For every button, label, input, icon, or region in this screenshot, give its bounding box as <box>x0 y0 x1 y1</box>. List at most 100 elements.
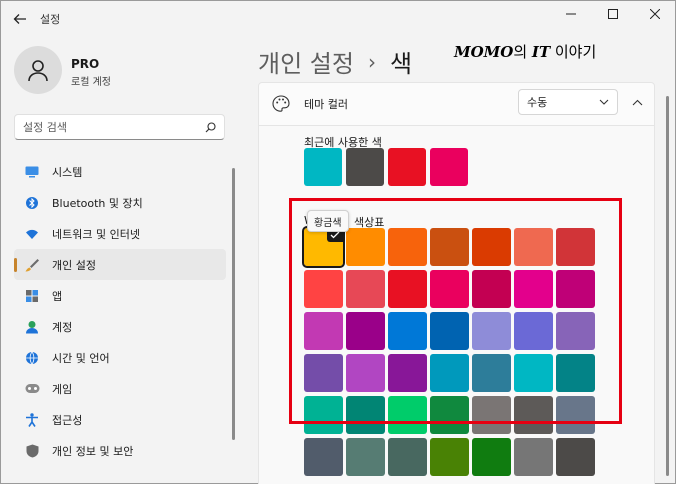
color-swatch[interactable] <box>430 438 469 476</box>
sidebar-item-personalization[interactable]: 개인 설정 <box>14 249 226 280</box>
arrow-left-icon <box>13 14 26 24</box>
sidebar-item-time-language[interactable]: 시간 및 언어 <box>14 342 226 373</box>
sidebar-item-network[interactable]: 네트워크 및 인터넷 <box>14 218 226 249</box>
color-swatch[interactable] <box>556 270 595 308</box>
breadcrumb: 개인 설정 › 색 <box>258 44 412 79</box>
color-swatch[interactable] <box>304 438 343 476</box>
color-swatch[interactable] <box>388 228 427 266</box>
color-swatch[interactable] <box>514 270 553 308</box>
color-swatch[interactable] <box>472 354 511 392</box>
color-swatch[interactable] <box>472 396 511 434</box>
person-icon <box>28 60 48 82</box>
sidebar-item-label: 네트워크 및 인터넷 <box>52 227 140 241</box>
color-swatch[interactable] <box>430 312 469 350</box>
search-box[interactable] <box>14 114 225 140</box>
color-tooltip: 황금색 <box>307 210 349 232</box>
accessibility-icon <box>24 412 40 428</box>
sidebar-item-accessibility[interactable]: 접근성 <box>14 404 226 435</box>
maximize-button[interactable] <box>592 0 634 28</box>
sidebar-scrollbar[interactable] <box>232 168 235 440</box>
color-swatch[interactable] <box>430 354 469 392</box>
color-swatch[interactable] <box>556 228 595 266</box>
globe-icon <box>24 350 40 366</box>
sidebar-item-system[interactable]: 시스템 <box>14 156 226 187</box>
recent-color-swatch[interactable] <box>346 148 384 186</box>
color-swatch[interactable] <box>556 354 595 392</box>
recent-color-swatch[interactable] <box>304 148 342 186</box>
color-swatch[interactable] <box>304 270 343 308</box>
minimize-icon <box>566 13 576 15</box>
theme-color-card: 테마 컬러 수동 <box>258 82 655 126</box>
color-swatch[interactable] <box>388 396 427 434</box>
color-swatch[interactable] <box>472 438 511 476</box>
person-icon <box>24 319 40 335</box>
color-swatch[interactable] <box>346 312 385 350</box>
color-swatch[interactable] <box>346 438 385 476</box>
palette-icon <box>272 95 290 112</box>
color-swatch[interactable] <box>304 312 343 350</box>
watermark-suffix: 이야기 <box>550 43 597 61</box>
color-swatch[interactable] <box>388 312 427 350</box>
recent-color-swatch[interactable] <box>388 148 426 186</box>
color-swatch[interactable] <box>556 438 595 476</box>
color-swatch[interactable] <box>514 312 553 350</box>
window-controls <box>550 0 676 28</box>
color-swatch[interactable] <box>430 228 469 266</box>
dropdown-value: 수동 <box>527 96 548 109</box>
sidebar-item-label: 계정 <box>52 320 73 334</box>
search-icon[interactable] <box>205 121 216 133</box>
search-input[interactable] <box>23 120 205 134</box>
collapse-button[interactable] <box>625 91 649 113</box>
color-swatch[interactable] <box>472 312 511 350</box>
color-swatch[interactable] <box>388 270 427 308</box>
color-swatch[interactable] <box>346 228 385 266</box>
color-swatch[interactable] <box>346 270 385 308</box>
color-swatch[interactable] <box>556 312 595 350</box>
color-swatch[interactable] <box>514 396 553 434</box>
color-swatch[interactable] <box>346 396 385 434</box>
back-button[interactable] <box>10 9 30 29</box>
sidebar-item-apps[interactable]: 앱 <box>14 280 226 311</box>
close-button[interactable] <box>634 0 676 28</box>
page-title: 색 <box>389 50 413 78</box>
main-scrollbar[interactable] <box>666 96 669 476</box>
color-swatch[interactable] <box>388 438 427 476</box>
sidebar-item-privacy[interactable]: 개인 정보 및 보안 <box>14 435 226 466</box>
gamepad-icon <box>24 381 40 397</box>
sidebar-item-accounts[interactable]: 계정 <box>14 311 226 342</box>
color-swatch[interactable] <box>514 438 553 476</box>
sidebar-item-gaming[interactable]: 게임 <box>14 373 226 404</box>
close-icon <box>650 9 660 19</box>
wifi-icon <box>24 226 40 242</box>
avatar <box>14 46 62 94</box>
watermark-middle: 의 <box>513 43 532 61</box>
color-swatch[interactable] <box>472 270 511 308</box>
color-swatch[interactable] <box>556 396 595 434</box>
breadcrumb-parent[interactable]: 개인 설정 <box>258 44 354 79</box>
color-swatch[interactable] <box>472 228 511 266</box>
color-swatch[interactable] <box>304 354 343 392</box>
apps-icon <box>24 288 40 304</box>
color-swatch[interactable] <box>346 354 385 392</box>
theme-color-mode-dropdown[interactable]: 수동 <box>518 89 618 115</box>
recent-color-swatch[interactable] <box>430 148 468 186</box>
monitor-icon <box>24 164 40 180</box>
minimize-button[interactable] <box>550 0 592 28</box>
sidebar-item-label: 게임 <box>52 382 73 396</box>
sidebar-item-label: 개인 정보 및 보안 <box>52 444 134 458</box>
color-swatch[interactable] <box>430 270 469 308</box>
maximize-icon <box>608 9 618 19</box>
title-bar: 설정 <box>0 0 676 36</box>
color-swatch[interactable] <box>388 354 427 392</box>
watermark: MOMO의 IT 이야기 <box>454 41 596 62</box>
color-swatch[interactable] <box>430 396 469 434</box>
color-swatch[interactable] <box>514 228 553 266</box>
color-swatch[interactable] <box>302 226 345 268</box>
app-title: 설정 <box>40 13 61 26</box>
sidebar-item-bluetooth[interactable]: Bluetooth 및 장치 <box>14 187 226 218</box>
color-swatch[interactable] <box>304 396 343 434</box>
sidebar-nav: 시스템 Bluetooth 및 장치 네트워크 및 인터넷 개인 설정 앱 계정 <box>14 156 226 466</box>
color-swatch[interactable] <box>514 354 553 392</box>
chevron-up-icon <box>632 99 642 105</box>
sidebar-item-label: 시간 및 언어 <box>52 351 110 365</box>
